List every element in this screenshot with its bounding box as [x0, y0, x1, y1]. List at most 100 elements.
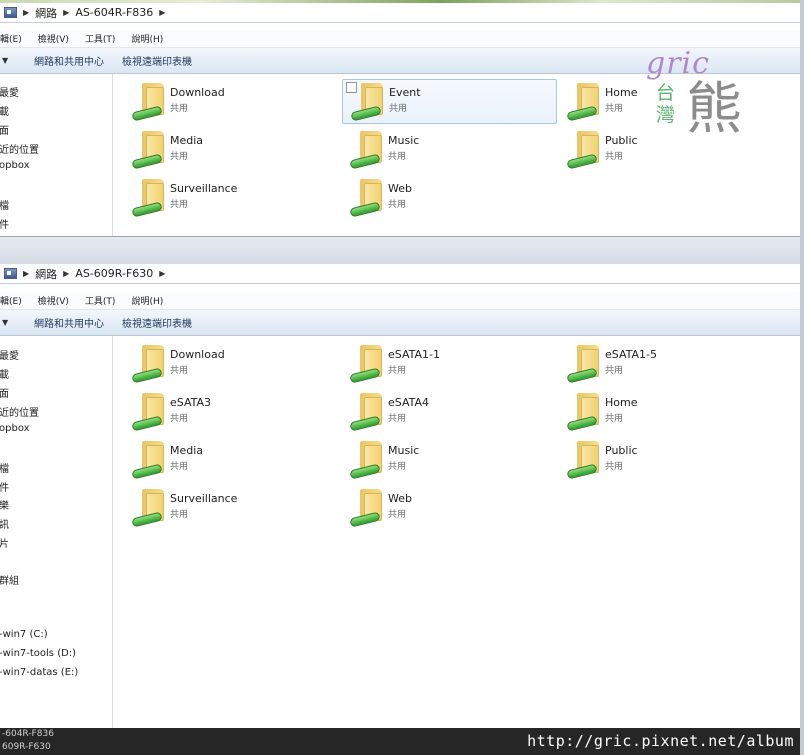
menu-help[interactable]: 說明(H) [131, 294, 163, 307]
share-esata3[interactable]: eSATA3 共用 [124, 390, 334, 434]
nav-item[interactable]: -win7-tools (D:) [0, 648, 76, 659]
nav-item[interactable]: -win7-datas (E:) [0, 667, 78, 678]
share-surveillance[interactable]: Surveillance 共用 [124, 486, 334, 530]
menu-view[interactable]: 檢視(V) [38, 32, 69, 45]
chevron-right-icon[interactable]: ▶ [159, 8, 165, 17]
share-music[interactable]: Music 共用 [342, 128, 552, 172]
menu-tools[interactable]: 工具(T) [85, 294, 116, 307]
share-name: eSATA3 [170, 396, 212, 409]
nav-item[interactable]: opbox [0, 160, 30, 171]
nav-item[interactable]: 群組 [0, 572, 19, 587]
share-type: 共用 [170, 366, 189, 376]
share-name: eSATA1-1 [388, 348, 440, 361]
network-folder-icon [349, 441, 384, 480]
share-web[interactable]: Web 共用 [342, 176, 552, 220]
share-type: 共用 [605, 152, 624, 162]
share-web[interactable]: Web 共用 [342, 486, 552, 530]
share-music[interactable]: Music 共用 [342, 438, 552, 482]
share-type: 共用 [605, 366, 624, 376]
nav-item[interactable]: -win7 (C:) [0, 629, 48, 640]
share-public[interactable]: Public 共用 [559, 438, 769, 482]
share-name: Music [388, 134, 420, 147]
network-sharing-center-button[interactable]: 網路和共用中心 [34, 315, 104, 330]
menu-help[interactable]: 說明(H) [131, 32, 163, 45]
nav-item[interactable]: 近的位置 [0, 404, 39, 419]
partial-nav-text: -604R-F836 609R-F630 [2, 729, 54, 752]
share-event[interactable]: Event 共用 [342, 79, 557, 124]
menu-edit[interactable]: 輯(E) [0, 294, 22, 307]
view-remote-printers-button[interactable]: 檢視遠端印表機 [122, 53, 192, 68]
share-download[interactable]: Download 共用 [124, 342, 334, 386]
network-folder-icon [566, 441, 601, 480]
network-folder-icon [131, 83, 166, 122]
share-home[interactable]: Home 共用 [559, 390, 769, 434]
network-folder-icon [566, 345, 601, 384]
navigation-pane: 最愛 載 面 近的位置 opbox 檔 件 樂 訊 片 群組 -win7 (C:… [0, 336, 113, 728]
navigation-pane: 最愛 載 面 近的位置 opbox 檔 件 [0, 74, 113, 236]
network-folder-icon [131, 441, 166, 480]
nav-item[interactable]: 件 [0, 216, 9, 231]
nav-item[interactable]: 載 [0, 103, 9, 118]
breadcrumb-device[interactable]: AS-609R-F630 [75, 267, 153, 280]
menu-edit[interactable]: 輯(E) [0, 32, 22, 45]
share-name: Download [170, 86, 225, 99]
breadcrumb-network[interactable]: 網路 [35, 5, 57, 21]
share-type: 共用 [170, 462, 189, 472]
network-folder-icon [131, 131, 166, 170]
share-name: Surveillance [170, 492, 238, 505]
nav-item[interactable]: 最愛 [0, 84, 19, 99]
chevron-down-icon[interactable]: ▼ [2, 56, 16, 65]
chevron-down-icon[interactable]: ▼ [2, 318, 16, 327]
share-name: eSATA4 [388, 396, 430, 409]
view-remote-printers-button[interactable]: 檢視遠端印表機 [122, 315, 192, 330]
nav-item[interactable]: 面 [0, 385, 9, 400]
nav-item[interactable]: 片 [0, 535, 9, 550]
network-sharing-center-button[interactable]: 網路和共用中心 [34, 53, 104, 68]
nav-item[interactable]: 載 [0, 366, 9, 381]
chevron-right-icon[interactable]: ▶ [159, 269, 165, 278]
gric-logo: gric 台灣 熊 [636, 46, 756, 156]
chevron-right-icon[interactable]: ▶ [23, 8, 29, 17]
share-type: 共用 [170, 200, 189, 210]
nav-item[interactable]: 樂 [0, 497, 9, 512]
share-name: Surveillance [170, 182, 238, 195]
nav-item[interactable]: 檔 [0, 460, 9, 475]
share-esata4[interactable]: eSATA4 共用 [342, 390, 552, 434]
share-surveillance[interactable]: Surveillance 共用 [124, 176, 334, 220]
breadcrumb-network[interactable]: 網路 [35, 266, 57, 282]
nav-item[interactable]: 訊 [0, 516, 9, 531]
share-esata1-1[interactable]: eSATA1-1 共用 [342, 342, 552, 386]
chevron-right-icon[interactable]: ▶ [23, 269, 29, 278]
nav-item[interactable]: 件 [0, 479, 9, 494]
share-media[interactable]: Media 共用 [124, 128, 334, 172]
nav-item[interactable]: 檔 [0, 197, 9, 212]
address-bar[interactable]: ▶ 網路 ▶ AS-604R-F836 ▶ [0, 3, 800, 23]
share-type: 共用 [170, 510, 189, 520]
share-type: 共用 [170, 414, 189, 424]
network-folder-icon [349, 393, 384, 432]
nav-item[interactable]: 近的位置 [0, 141, 39, 156]
network-folder-icon [349, 131, 384, 170]
nav-item[interactable]: 最愛 [0, 347, 19, 362]
network-folder-icon [349, 489, 384, 528]
breadcrumb-device[interactable]: AS-604R-F836 [75, 6, 153, 19]
window-separator [0, 236, 804, 264]
share-type: 共用 [605, 414, 624, 424]
watermark-url: http://gric.pixnet.net/album [527, 732, 794, 750]
chevron-right-icon[interactable]: ▶ [63, 8, 69, 17]
share-esata1-5[interactable]: eSATA1-5 共用 [559, 342, 769, 386]
share-name: Public [605, 444, 638, 457]
watermark-bar: -604R-F836 609R-F630 http://gric.pixnet.n… [0, 728, 804, 755]
nav-item[interactable]: opbox [0, 423, 30, 434]
chevron-right-icon[interactable]: ▶ [63, 269, 69, 278]
share-download[interactable]: Download 共用 [124, 80, 334, 124]
address-bar[interactable]: ▶ 網路 ▶ AS-609R-F630 ▶ [0, 264, 800, 284]
nav-item[interactable]: 面 [0, 122, 9, 137]
share-name: Web [388, 182, 412, 195]
menu-view[interactable]: 檢視(V) [38, 294, 69, 307]
bottom-explorer-window: ▶ 網路 ▶ AS-609R-F630 ▶ 輯(E) 檢視(V) 工具(T) 說… [0, 236, 804, 728]
menu-tools[interactable]: 工具(T) [85, 32, 116, 45]
network-folder-icon [131, 489, 166, 528]
share-type: 共用 [605, 462, 624, 472]
share-media[interactable]: Media 共用 [124, 438, 334, 482]
